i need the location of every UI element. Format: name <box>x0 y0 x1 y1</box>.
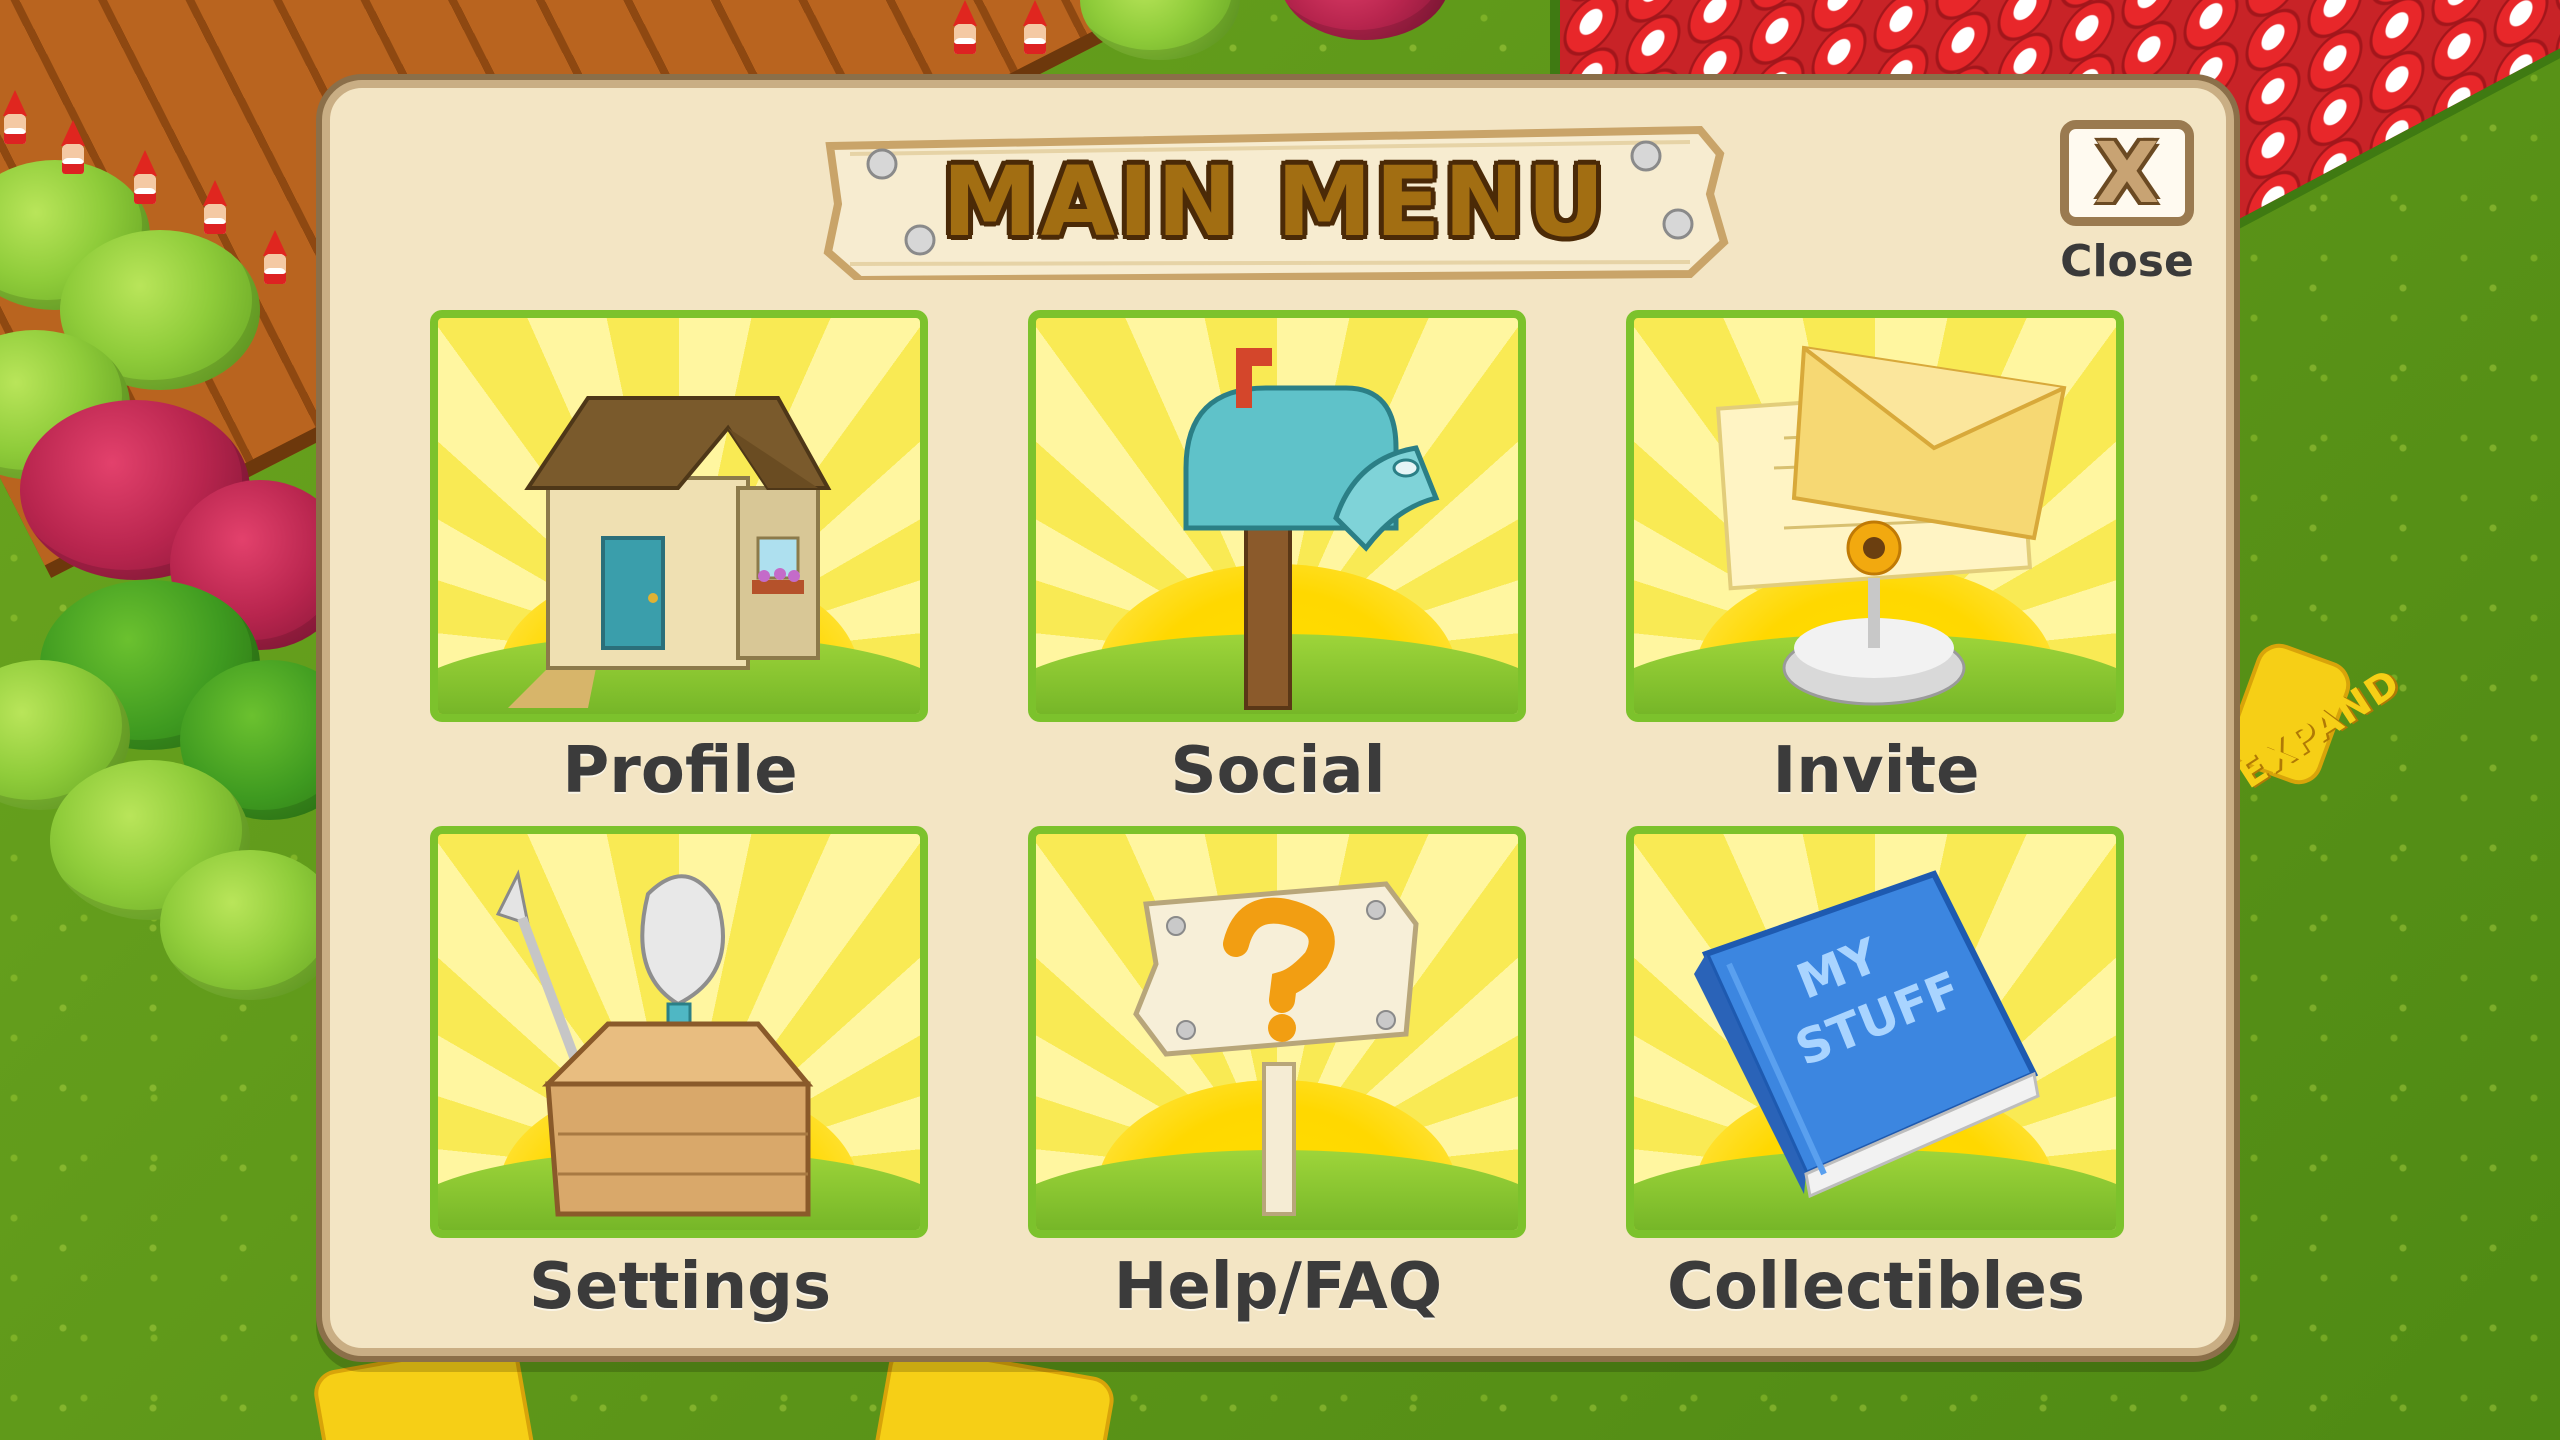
gnome-figure <box>0 90 30 144</box>
house-icon <box>508 396 832 708</box>
gnome-figure <box>950 0 980 54</box>
title-banner: MAIN MENU <box>820 124 1730 280</box>
gnome-figure <box>130 150 160 204</box>
tile-label-collectibles: Collectibles <box>1667 1250 2085 1324</box>
help-faq-tile-button[interactable] <box>1028 826 1526 1238</box>
book-icon: MY STUFF <box>1694 870 2040 1199</box>
gnome-figure <box>260 230 290 284</box>
tile-label-invite: Invite <box>1772 734 1980 808</box>
gnome-figure <box>58 120 88 174</box>
settings-tile-button[interactable] <box>430 826 928 1238</box>
main-menu-dialog: MAIN MENU X Close Profile Social Invite … <box>322 80 2234 1356</box>
menu-title: MAIN MENU <box>942 146 1608 258</box>
mailbox-icon <box>1183 348 1440 710</box>
tile-label-help-faq: Help/FAQ <box>1113 1250 1443 1324</box>
close-icon: X <box>2094 124 2160 222</box>
invitation-icon <box>1715 345 2067 706</box>
profile-tile-button[interactable] <box>430 310 928 722</box>
tile-label-settings: Settings <box>528 1250 832 1324</box>
toolbox-icon <box>495 869 814 1217</box>
gnome-figure <box>200 180 230 234</box>
close-button[interactable]: X <box>2060 120 2194 226</box>
tile-label-social: Social <box>1170 734 1386 808</box>
question-sign-icon <box>1133 881 1419 1216</box>
collectibles-tile-button[interactable]: MY STUFF <box>1626 826 2124 1238</box>
social-tile-button[interactable] <box>1028 310 1526 722</box>
close-button-label[interactable]: Close <box>2040 236 2214 287</box>
tile-label-profile: Profile <box>562 734 798 808</box>
gnome-figure <box>1020 0 1050 54</box>
bush <box>160 850 340 1000</box>
invite-tile-button[interactable] <box>1626 310 2124 722</box>
